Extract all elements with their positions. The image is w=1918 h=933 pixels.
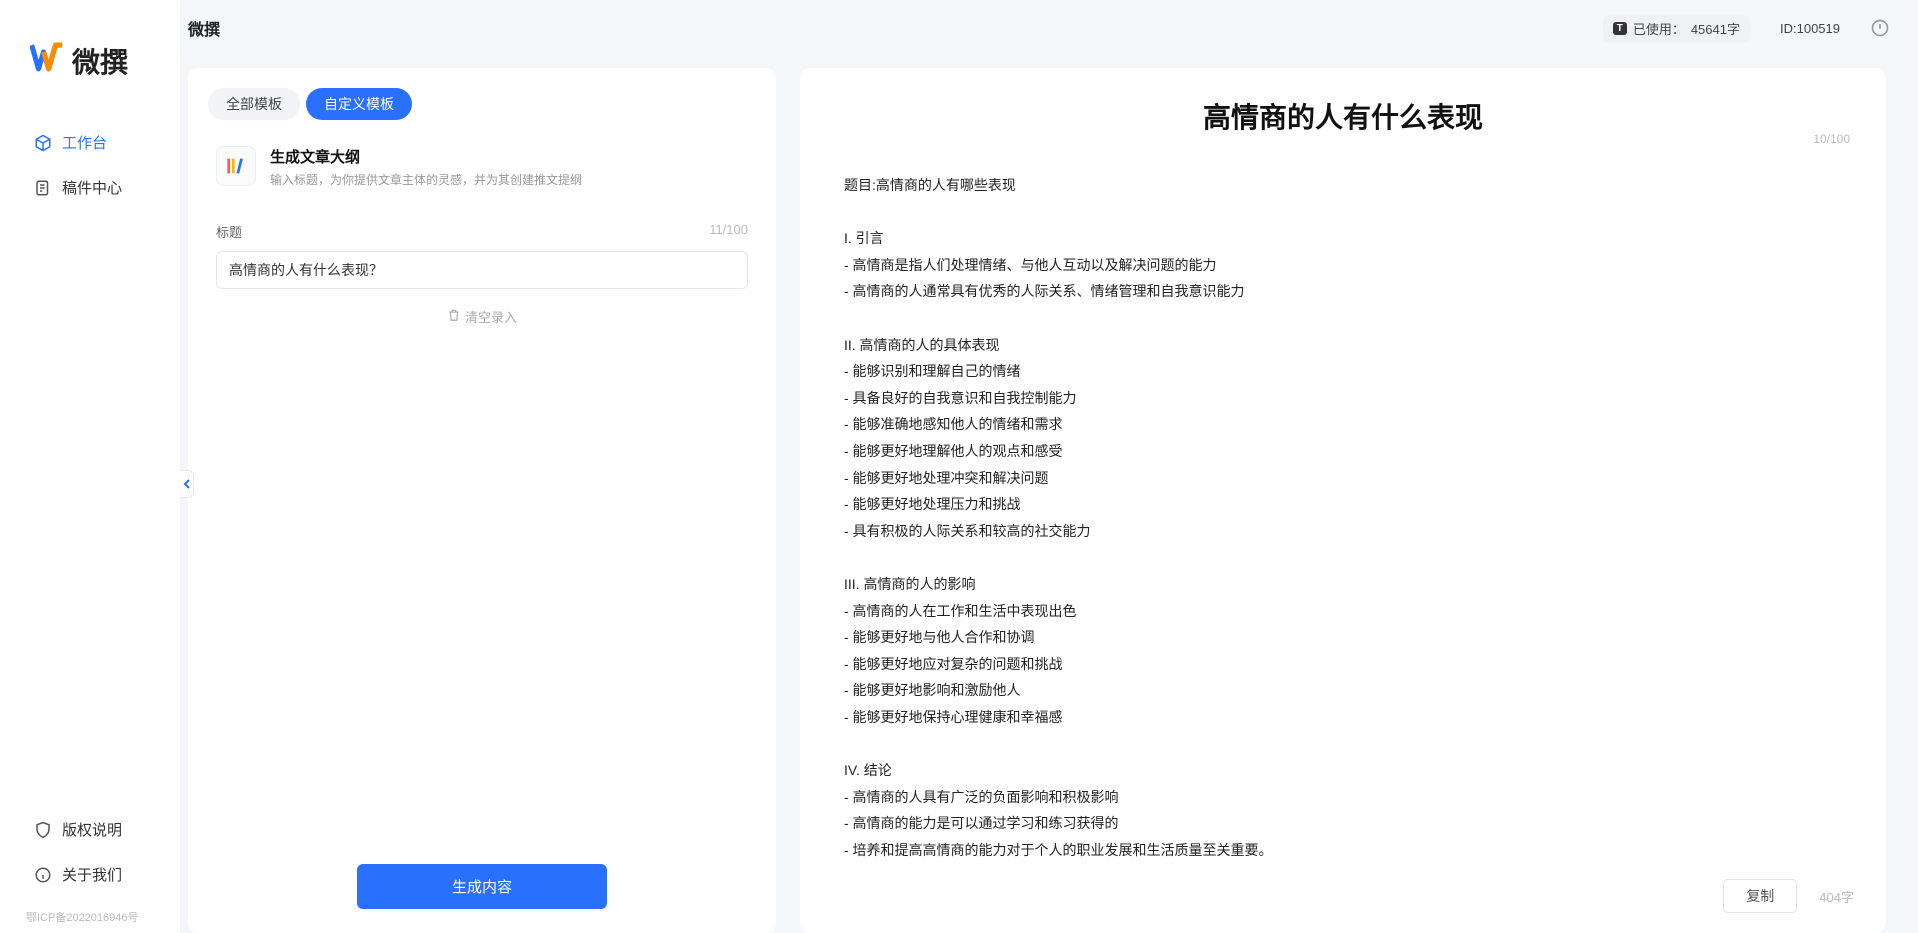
nav-item-workspace[interactable]: 工作台 [20,122,160,163]
document-body[interactable]: 题目:高情商的人有哪些表现 I. 引言 - 高情商是指人们处理情绪、与他人互动以… [800,136,1886,863]
tab-all-templates[interactable]: 全部模板 [208,88,300,120]
secondary-nav: 版权说明 关于我们 [0,809,180,909]
nav-label: 稿件中心 [62,177,122,198]
field-label: 标题 [216,222,242,241]
copy-button[interactable]: 复制 [1723,879,1797,913]
usage-label: 已使用： [1633,19,1685,38]
input-panel: 全部模板 自定义模板 生成文章大纲 输入标题，为你提供文章主体的灵感，并为其创建… [188,68,776,933]
shield-icon [34,821,52,839]
nav-item-copyright[interactable]: 版权说明 [20,809,160,850]
nav-item-drafts[interactable]: 稿件中心 [20,167,160,208]
nav-label: 版权说明 [62,819,122,840]
brand-name: 微撰 [72,41,128,81]
usage-indicator[interactable]: T 已使用： 45641字 [1603,15,1750,42]
generate-button[interactable]: 生成内容 [357,864,607,909]
template-icon [216,146,256,186]
user-id: ID:100519 [1780,21,1840,36]
template-desc: 输入标题，为你提供文章主体的灵感，并为其创建推文提纲 [270,171,582,188]
sidebar: 微撰 工作台 稿件中心 版权说明 [0,0,180,933]
doc-icon [34,179,52,197]
tab-custom-templates[interactable]: 自定义模板 [306,88,412,120]
title-char-count: 10/100 [1813,132,1850,146]
usage-value: 45641字 [1691,19,1740,38]
page-title: 微撰 [188,16,220,40]
usage-badge-icon: T [1613,22,1627,35]
nav-item-about[interactable]: 关于我们 [20,854,160,895]
clear-input-button[interactable]: 清空录入 [188,289,776,344]
template-tabs: 全部模板 自定义模板 [188,88,776,140]
cube-icon [34,134,52,152]
trash-icon [447,308,461,325]
template-title: 生成文章大纲 [270,146,582,167]
selected-template: 生成文章大纲 输入标题，为你提供文章主体的灵感，并为其创建推文提纲 [188,140,776,212]
title-input[interactable] [216,251,748,289]
nav-label: 关于我们 [62,864,122,885]
word-count: 404字 [1819,887,1854,906]
output-panel: 高情商的人有什么表现 10/100 题目:高情商的人有哪些表现 I. 引言 - … [800,68,1886,933]
nav-label: 工作台 [62,132,107,153]
sidebar-collapse-handle[interactable] [180,470,194,498]
clear-label: 清空录入 [465,307,517,326]
logo-mark-icon [30,40,64,82]
primary-nav: 工作台 稿件中心 [0,122,180,809]
topbar: 微撰 T 已使用： 45641字 ID:100519 [180,0,1918,56]
icp-text: 鄂ICP备2022016946号 [0,909,180,933]
field-char-count: 11/100 [709,222,748,241]
brand-logo: 微撰 [0,40,180,122]
info-icon [34,866,52,884]
power-icon[interactable] [1870,18,1890,38]
document-title[interactable]: 高情商的人有什么表现 [840,96,1846,136]
